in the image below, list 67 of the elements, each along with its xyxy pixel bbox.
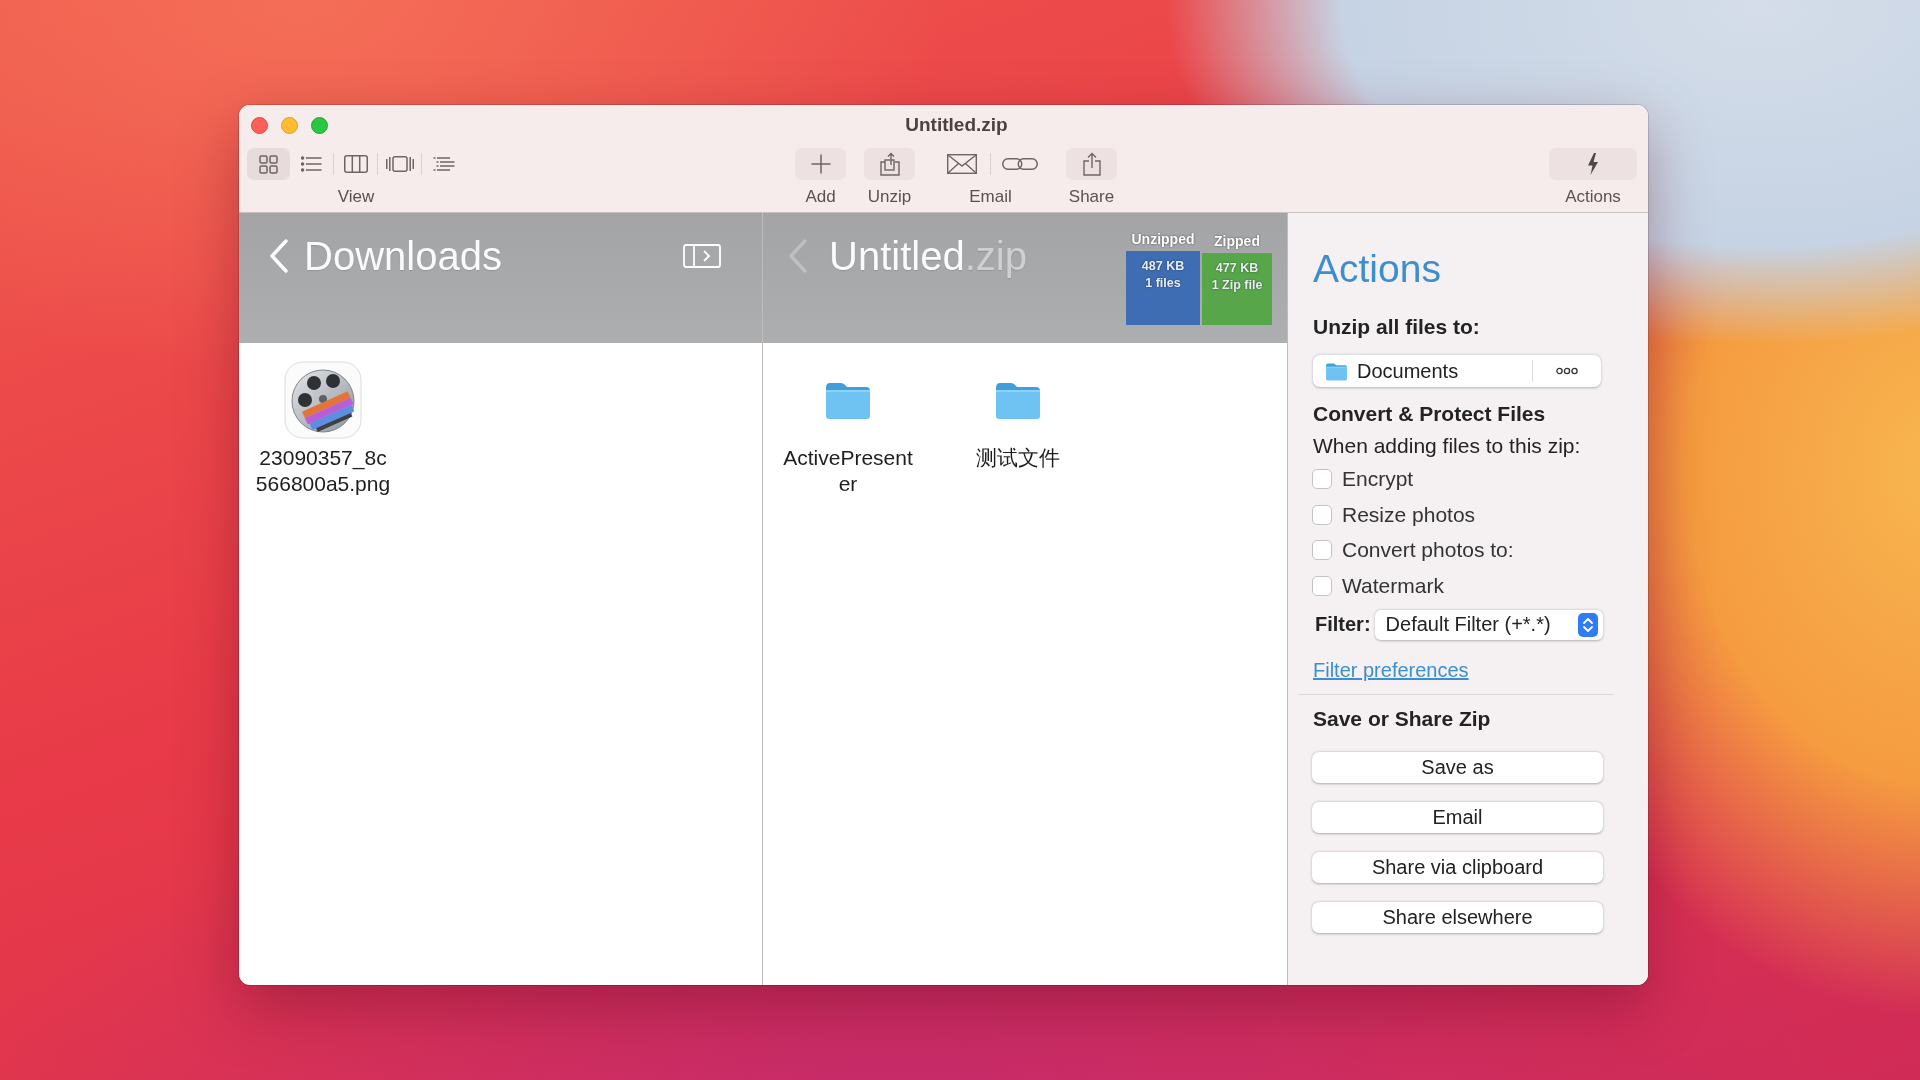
plus-icon bbox=[810, 154, 831, 174]
section-heading: Unzip all files to: bbox=[1313, 314, 1480, 340]
option-label: Watermark bbox=[1342, 573, 1444, 598]
minimize-button[interactable] bbox=[281, 116, 298, 134]
folder-icon bbox=[824, 380, 872, 420]
size-value: 477 KB bbox=[1215, 260, 1259, 277]
action-button[interactable]: Email bbox=[1312, 801, 1603, 833]
checkbox[interactable] bbox=[1312, 540, 1332, 560]
share-icon bbox=[1082, 152, 1101, 176]
toolbar-label: View bbox=[337, 187, 375, 207]
gallery-icon bbox=[385, 156, 414, 172]
columns-icon bbox=[343, 155, 368, 173]
action-button[interactable]: Save as bbox=[1312, 751, 1603, 783]
file-name: ActivePresenter bbox=[782, 445, 914, 497]
maximize-button[interactable] bbox=[311, 116, 328, 134]
action-button[interactable]: Share via clipboard bbox=[1312, 851, 1603, 883]
checkbox[interactable] bbox=[1312, 469, 1332, 489]
option-label: Encrypt bbox=[1342, 467, 1414, 491]
back-button[interactable] bbox=[269, 239, 289, 273]
list-icon bbox=[301, 156, 322, 172]
share-button[interactable] bbox=[1066, 148, 1117, 180]
size-label: Zipped bbox=[1214, 232, 1260, 250]
chevron-left-icon bbox=[269, 239, 289, 273]
checkbox[interactable] bbox=[1312, 575, 1332, 596]
file-count: 1 Zip file bbox=[1211, 277, 1263, 294]
toolbar-label: Share bbox=[1068, 187, 1115, 207]
view-mode-button[interactable] bbox=[247, 148, 290, 180]
lightning-icon bbox=[1587, 153, 1599, 175]
toolbar-label: Email bbox=[969, 187, 1012, 207]
window-title: Untitled.zip bbox=[904, 114, 1008, 136]
section-note: When adding files to this zip: bbox=[1313, 433, 1581, 459]
folder-icon bbox=[994, 380, 1042, 420]
destination-picker[interactable]: Documents bbox=[1313, 355, 1601, 387]
unzip-button[interactable] bbox=[864, 148, 915, 180]
file-name: 测试文件 bbox=[976, 445, 1060, 471]
sidebar-toggle-button[interactable] bbox=[683, 244, 721, 268]
panel-title: Actions bbox=[1313, 247, 1441, 291]
file-count: 1 files bbox=[1145, 275, 1181, 292]
section-heading: Save or Share Zip bbox=[1313, 705, 1491, 732]
close-button[interactable] bbox=[251, 116, 268, 134]
toolbar-label: Add bbox=[805, 187, 836, 207]
box-arrow-icon bbox=[879, 152, 900, 176]
add-button[interactable] bbox=[795, 148, 846, 180]
size-value: 487 KB bbox=[1141, 258, 1185, 275]
film-reel-icon bbox=[284, 361, 362, 439]
chevron-left-icon bbox=[788, 239, 808, 273]
field-label: Filter: bbox=[1315, 613, 1371, 636]
folder-icon bbox=[1325, 361, 1348, 381]
toolbar-label: Unzip bbox=[867, 187, 912, 207]
folder-title: Downloads bbox=[304, 233, 502, 280]
action-button[interactable]: Share elsewhere bbox=[1312, 901, 1603, 933]
grid-icon bbox=[259, 154, 278, 174]
section-heading: Convert & Protect Files bbox=[1313, 401, 1546, 427]
option-label: Resize photos bbox=[1342, 502, 1476, 527]
sidebar-icon bbox=[683, 244, 721, 268]
filter-select[interactable]: Default Filter (+*.*) bbox=[1374, 609, 1603, 640]
stepper-icon bbox=[1577, 612, 1598, 637]
file-name: 23090357_8c566800a5.png bbox=[254, 445, 392, 497]
option-label: Convert photos to: bbox=[1342, 538, 1514, 562]
more-icon bbox=[1556, 367, 1578, 375]
size-label: Unzipped bbox=[1131, 230, 1195, 248]
envelope-icon bbox=[946, 154, 977, 174]
chain-link-icon bbox=[1001, 156, 1038, 172]
toolbar-label: Actions bbox=[1565, 187, 1621, 207]
actions-button[interactable] bbox=[1549, 148, 1637, 180]
indented-list-icon bbox=[432, 157, 455, 171]
checkbox[interactable] bbox=[1312, 504, 1332, 525]
